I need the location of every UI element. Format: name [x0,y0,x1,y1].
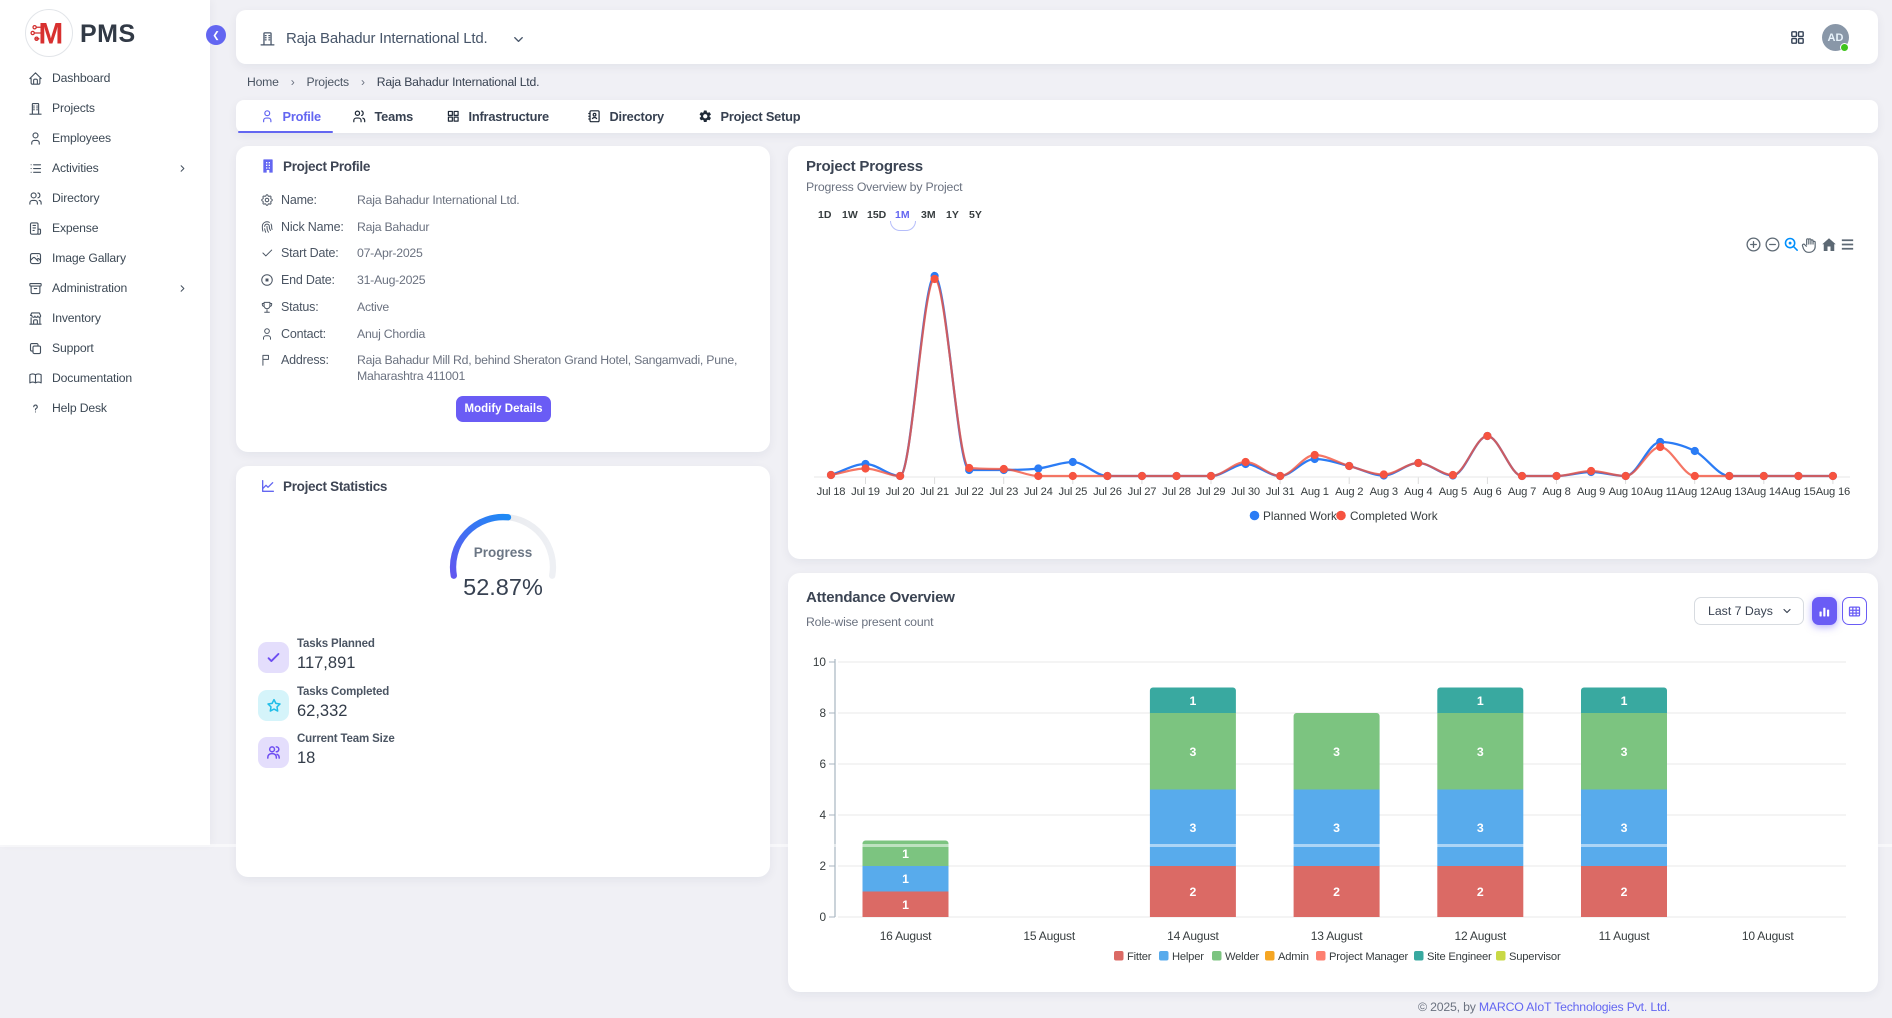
svg-text:Aug 3: Aug 3 [1370,486,1398,498]
svg-text:16 August: 16 August [880,929,932,943]
svg-text:2: 2 [1189,885,1196,899]
svg-text:Jul 20: Jul 20 [886,486,915,498]
svg-text:15 August: 15 August [1023,929,1075,943]
svg-text:Jul 21: Jul 21 [920,486,949,498]
svg-text:2: 2 [819,859,826,873]
svg-text:Aug 6: Aug 6 [1473,486,1501,498]
svg-text:Helper: Helper [1172,951,1204,963]
svg-text:Jul 28: Jul 28 [1162,486,1191,498]
svg-text:Jul 31: Jul 31 [1266,486,1295,498]
svg-text:Aug 13: Aug 13 [1712,486,1746,498]
svg-text:8: 8 [819,706,826,720]
svg-text:Completed Work: Completed Work [1350,509,1438,523]
svg-text:11 August: 11 August [1599,929,1651,943]
svg-text:Aug 14: Aug 14 [1747,486,1781,498]
svg-text:Aug 15: Aug 15 [1781,486,1815,498]
svg-text:Jul 19: Jul 19 [851,486,880,498]
svg-text:1: 1 [902,872,909,886]
svg-text:1: 1 [1477,694,1484,708]
svg-text:1: 1 [902,898,909,912]
svg-text:Jul 25: Jul 25 [1058,486,1087,498]
svg-text:Aug 16: Aug 16 [1816,486,1850,498]
svg-text:Aug 9: Aug 9 [1577,486,1605,498]
svg-text:Jul 18: Jul 18 [817,486,846,498]
svg-text:Jul 29: Jul 29 [1197,486,1226,498]
svg-text:M: M [38,18,63,51]
svg-text:Jul 26: Jul 26 [1093,486,1122,498]
svg-text:3: 3 [1189,821,1196,835]
svg-text:Aug 7: Aug 7 [1508,486,1536,498]
svg-text:Fitter: Fitter [1127,951,1152,963]
svg-text:3: 3 [1189,745,1196,759]
svg-text:13 August: 13 August [1311,929,1363,943]
svg-text:14 August: 14 August [1167,929,1219,943]
svg-text:Jul 23: Jul 23 [989,486,1018,498]
svg-text:Aug 11: Aug 11 [1643,486,1676,498]
svg-text:Supervisor: Supervisor [1509,951,1561,963]
svg-text:Jul 22: Jul 22 [955,486,984,498]
svg-text:Aug 8: Aug 8 [1542,486,1570,498]
svg-text:Aug 10: Aug 10 [1609,486,1643,498]
svg-text:Welder: Welder [1225,951,1260,963]
svg-text:Jul 30: Jul 30 [1231,486,1260,498]
svg-text:2: 2 [1333,885,1340,899]
svg-text:Project Manager: Project Manager [1329,951,1409,963]
svg-text:3: 3 [1477,821,1484,835]
svg-text:3: 3 [1333,821,1340,835]
svg-text:2: 2 [1621,885,1628,899]
svg-text:Jul 27: Jul 27 [1128,486,1157,498]
svg-text:4: 4 [819,808,826,822]
svg-text:Aug 5: Aug 5 [1439,486,1467,498]
svg-text:Planned Work: Planned Work [1263,509,1337,523]
svg-text:10 August: 10 August [1742,929,1794,943]
svg-text:6: 6 [819,757,826,771]
svg-text:Aug 12: Aug 12 [1678,486,1712,498]
svg-text:3: 3 [1477,745,1484,759]
svg-text:Aug 1: Aug 1 [1301,486,1329,498]
svg-text:Aug 4: Aug 4 [1404,486,1432,498]
svg-text:Site Engineer: Site Engineer [1427,951,1492,963]
svg-text:Aug 2: Aug 2 [1335,486,1363,498]
svg-text:3: 3 [1621,821,1628,835]
svg-text:2: 2 [1477,885,1484,899]
svg-text:1: 1 [1189,694,1196,708]
svg-text:3: 3 [1621,745,1628,759]
svg-text:Progress: Progress [474,545,533,560]
svg-text:Admin: Admin [1278,951,1309,963]
svg-text:1: 1 [1621,694,1628,708]
svg-text:3: 3 [1333,745,1340,759]
svg-text:52.87%: 52.87% [463,574,543,600]
svg-text:10: 10 [813,655,827,669]
svg-text:0: 0 [819,910,826,924]
svg-text:12 August: 12 August [1455,929,1507,943]
svg-text:1: 1 [902,847,909,861]
svg-text:Jul 24: Jul 24 [1024,486,1053,498]
